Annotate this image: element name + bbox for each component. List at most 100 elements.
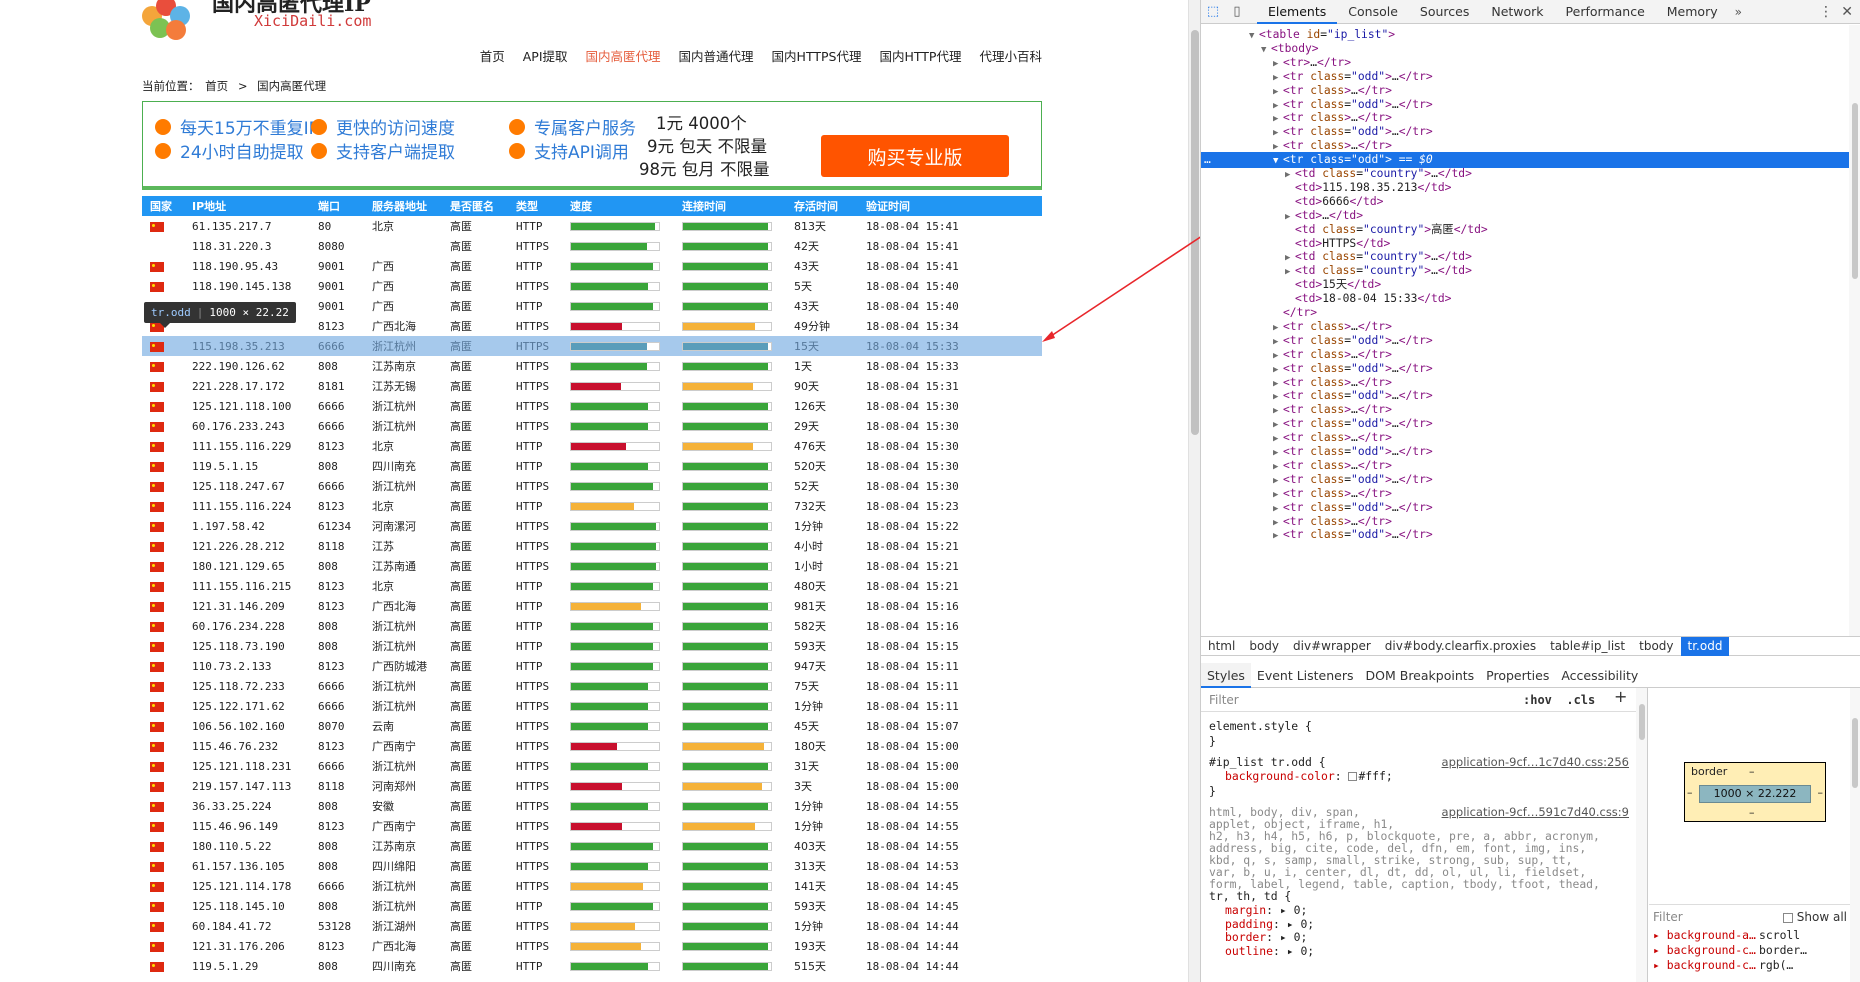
- nav-link[interactable]: API提取: [523, 46, 568, 65]
- property-name[interactable]: padding: [1225, 917, 1273, 931]
- property-name[interactable]: border: [1225, 930, 1266, 944]
- devtools-menu-icon[interactable]: ⋮: [1819, 0, 1833, 24]
- table-row[interactable]: 106.56.102.160 8070 云南 高匿 HTTPS 45天 18-08-04 1…: [142, 716, 1042, 736]
- nav-link[interactable]: 首页: [480, 46, 505, 65]
- location-cell[interactable]: 广西北海: [364, 936, 442, 956]
- device-toolbar-icon[interactable]: ▯: [1225, 0, 1249, 24]
- location-cell[interactable]: 江苏南通: [364, 556, 442, 576]
- table-row[interactable]: 118.31.220.3 8080 高匿 HTTPS 42天 18-08-04 15:41: [142, 236, 1042, 256]
- column-header[interactable]: 类型: [508, 196, 562, 216]
- column-header[interactable]: 端口: [310, 196, 364, 216]
- property-value[interactable]: 0;: [1300, 917, 1314, 931]
- nav-link[interactable]: 国内HTTPS代理: [772, 46, 862, 65]
- ip-cell[interactable]: 119.5.1.29: [184, 956, 310, 976]
- rule-property[interactable]: border: ▸ 0;: [1225, 930, 1636, 945]
- column-header[interactable]: 国家: [142, 196, 184, 216]
- rule-property[interactable]: background-color: #fff;: [1225, 769, 1636, 784]
- devtools-tab[interactable]: Memory: [1656, 0, 1729, 24]
- column-header[interactable]: 存活时间: [786, 196, 858, 216]
- styles-scrollbar[interactable]: [1636, 688, 1648, 982]
- checkbox-icon[interactable]: [1782, 912, 1793, 923]
- ip-cell[interactable]: 119.5.1.15: [184, 456, 310, 476]
- location-cell[interactable]: 四川南充: [364, 956, 442, 976]
- sidebar-tab[interactable]: Styles: [1201, 662, 1251, 688]
- computed-property-name[interactable]: ▸ background-c…: [1653, 958, 1756, 973]
- column-header[interactable]: 速度: [562, 196, 674, 216]
- dom-breadcrumb-item[interactable]: div#wrapper: [1286, 637, 1378, 656]
- property-name[interactable]: outline: [1225, 944, 1273, 958]
- ip-cell[interactable]: 125.118.247.67: [184, 476, 310, 496]
- dom-breadcrumb-item[interactable]: tr.odd: [1680, 636, 1730, 656]
- sidebar-tab[interactable]: Properties: [1480, 663, 1555, 688]
- color-swatch-icon[interactable]: [1348, 772, 1358, 781]
- ip-cell[interactable]: 125.121.114.178: [184, 876, 310, 896]
- dom-breadcrumb-item[interactable]: div#body.clearfix.proxies: [1378, 637, 1543, 656]
- table-row[interactable]: 222.190.126.62 808 江苏南京 高匿 HTTPS 1天 18-08-04 1…: [142, 356, 1042, 376]
- location-cell[interactable]: 浙江湖州: [364, 916, 442, 936]
- location-cell[interactable]: 浙江杭州: [364, 696, 442, 716]
- computed-property[interactable]: ▸ background-c… rgb(…: [1649, 958, 1860, 973]
- ip-cell[interactable]: 125.122.171.62: [184, 696, 310, 716]
- location-cell[interactable]: 北京: [364, 216, 442, 236]
- column-header[interactable]: 验证时间: [858, 196, 1042, 216]
- table-row[interactable]: 125.121.118.100 6666 浙江杭州 高匿 HTTPS 126天 18-08-…: [142, 396, 1042, 416]
- devtools-tab[interactable]: Sources: [1409, 0, 1480, 24]
- table-row[interactable]: 125.118.72.233 6666 浙江杭州 高匿 HTTPS 75天 18-08-04…: [142, 676, 1042, 696]
- devtools-tab[interactable]: Console: [1337, 0, 1409, 24]
- ip-cell[interactable]: 222.190.126.62: [184, 356, 310, 376]
- hov-toggle[interactable]: :hov: [1523, 693, 1552, 707]
- inspect-element-icon[interactable]: ⬚: [1201, 0, 1225, 24]
- dom-breadcrumb-item[interactable]: html: [1201, 637, 1242, 656]
- computed-scrollbar-thumb[interactable]: [1852, 718, 1858, 788]
- ip-cell[interactable]: 118.190.145.138: [184, 276, 310, 296]
- table-row[interactable]: 60.176.234.228 808 浙江杭州 高匿 HTTP 582天 18-08-04 …: [142, 616, 1042, 636]
- ip-cell[interactable]: 61.157.136.105: [184, 856, 310, 876]
- sidebar-tab[interactable]: DOM Breakpoints: [1360, 663, 1481, 688]
- table-row[interactable]: 121.31.176.206 8123 广西北海 高匿 HTTPS 193天 18-08-0…: [142, 936, 1042, 956]
- property-name[interactable]: margin: [1225, 903, 1266, 917]
- ip-cell[interactable]: 121.31.176.206: [184, 936, 310, 956]
- ip-cell[interactable]: 60.176.233.243: [184, 416, 310, 436]
- location-cell[interactable]: 浙江杭州: [364, 896, 442, 916]
- dom-node[interactable]: ▶ <tr class="odd">…</tr>: [1201, 527, 1849, 543]
- table-row[interactable]: 61.135.217.7 80 北京 高匿 HTTP 813天 18-08-04 15:41: [142, 216, 1042, 236]
- table-row[interactable]: 119.5.1.29 808 四川南充 高匿 HTTP 515天 18-08-04 14:4…: [142, 956, 1042, 976]
- table-row[interactable]: 121.31.146.209 8123 广西北海 高匿 HTTP 981天 18-08-04…: [142, 596, 1042, 616]
- table-row[interactable]: 115.198.35.213 6666 浙江杭州 高匿 HTTPS 15天 18-08-04…: [142, 336, 1042, 356]
- table-row[interactable]: 219.157.147.113 8118 河南郑州 高匿 HTTPS 3天 18-08-04…: [142, 776, 1042, 796]
- rule-selector[interactable]: tr, th, td {: [1209, 889, 1291, 903]
- ip-cell[interactable]: 106.56.102.160: [184, 716, 310, 736]
- location-cell[interactable]: 广西防城港: [364, 656, 442, 676]
- expand-triangle-icon[interactable]: ▶: [1273, 528, 1283, 544]
- sidebar-tab[interactable]: Event Listeners: [1251, 663, 1360, 688]
- table-row[interactable]: 125.121.114.178 6666 浙江杭州 高匿 HTTPS 141天 18-08-…: [142, 876, 1042, 896]
- ip-cell[interactable]: 125.118.145.10: [184, 896, 310, 916]
- nav-link[interactable]: 国内HTTP代理: [879, 46, 961, 65]
- ip-cell[interactable]: 121.31.146.209: [184, 596, 310, 616]
- ip-cell[interactable]: 118.31.220.3: [184, 236, 310, 256]
- show-all-toggle[interactable]: Show all: [1782, 910, 1847, 924]
- page-scrollbar-thumb[interactable]: [1191, 30, 1199, 435]
- location-cell[interactable]: 广西: [364, 256, 442, 276]
- table-row[interactable]: 180.110.5.22 808 江苏南京 高匿 HTTPS 403天 18-08-04 1…: [142, 836, 1042, 856]
- rule-property[interactable]: outline: ▸ 0;: [1225, 944, 1636, 959]
- table-row[interactable]: 60.176.233.243 6666 浙江杭州 高匿 HTTPS 29天 18-08-04…: [142, 416, 1042, 436]
- computed-property-name[interactable]: ▸ background-a…: [1653, 928, 1756, 943]
- rule-property[interactable]: margin: ▸ 0;: [1225, 903, 1636, 918]
- ip-cell[interactable]: 115.46.96.149: [184, 816, 310, 836]
- ip-cell[interactable]: 219.157.147.113: [184, 776, 310, 796]
- ip-cell[interactable]: 121.226.28.212: [184, 536, 310, 556]
- location-cell[interactable]: 浙江杭州: [364, 416, 442, 436]
- nav-link[interactable]: 国内普通代理: [679, 46, 754, 65]
- ip-cell[interactable]: 125.121.118.100: [184, 396, 310, 416]
- promo-banner[interactable]: 每天15万不重复IP 更快的访问速度 专属客户服务 24小时自助提取 支持客户端…: [142, 101, 1042, 190]
- table-row[interactable]: 125.118.247.67 6666 浙江杭州 高匿 HTTPS 52天 18-08-04…: [142, 476, 1042, 496]
- computed-scrollbar[interactable]: [1850, 688, 1860, 982]
- ip-cell[interactable]: 115.198.35.213: [184, 336, 310, 356]
- devtools-tab[interactable]: Network: [1480, 0, 1554, 24]
- table-row[interactable]: 121.226.28.212 8118 江苏 高匿 HTTPS 4小时 18-08-04 1…: [142, 536, 1042, 556]
- table-row[interactable]: 115.46.76.232 8123 广西南宁 高匿 HTTPS 180天 18-08-04…: [142, 736, 1042, 756]
- elements-scrollbar-thumb[interactable]: [1852, 103, 1858, 279]
- table-row[interactable]: 111.155.116.229 8123 北京 高匿 HTTP 476天 18-08-04 …: [142, 436, 1042, 456]
- table-row[interactable]: 115.46.96.149 8123 广西南宁 高匿 HTTPS 1分钟 18-08-04 …: [142, 816, 1042, 836]
